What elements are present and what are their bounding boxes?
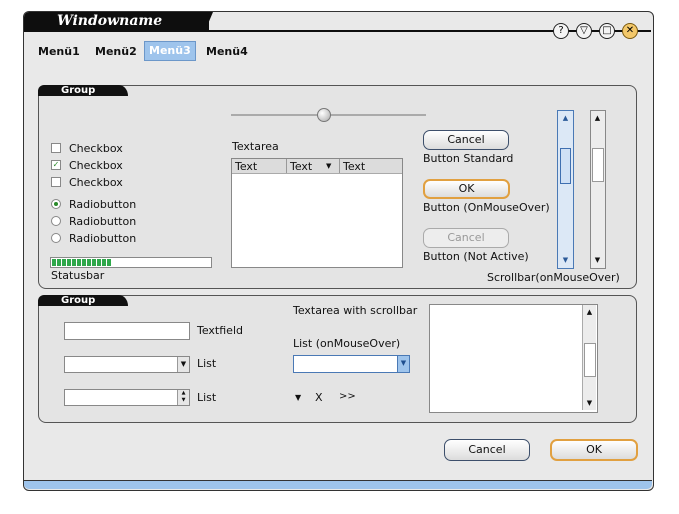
menu-item-4[interactable]: Menü4 <box>202 43 252 61</box>
list-spinner[interactable]: ▲ ▼ <box>64 389 190 406</box>
checkbox-label-2: Checkbox <box>69 159 123 172</box>
scroll-down-icon[interactable]: ▼ <box>561 256 570 264</box>
group-title-2: Group <box>38 295 128 306</box>
close-x-icon[interactable]: X <box>315 391 323 404</box>
checkbox-2-checked[interactable]: ✓ <box>51 160 61 170</box>
cancel-button-disabled[interactable]: Cancel <box>423 228 509 248</box>
group-title-1: Group <box>38 85 128 96</box>
scroll-down-icon[interactable]: ▼ <box>593 256 602 264</box>
menu-item-2[interactable]: Menü2 <box>91 43 141 61</box>
scrollbar-standard[interactable]: ▲ ▼ <box>590 110 606 269</box>
checkbox-3[interactable] <box>51 177 61 187</box>
button-disabled-caption: Button (Not Active) <box>423 250 529 263</box>
statusbar-progress <box>50 257 212 268</box>
textarea-table[interactable]: Text Text ▼ Text <box>231 158 403 268</box>
checkbox-label-3: Checkbox <box>69 176 123 189</box>
cancel-button-standard[interactable]: Cancel <box>423 130 509 150</box>
help-icon[interactable]: ? <box>553 23 569 39</box>
textfield-label: Textfield <box>197 324 243 337</box>
sort-down-icon[interactable]: ▼ <box>326 162 331 170</box>
cancel-button[interactable]: Cancel <box>444 439 530 461</box>
radio-label-2: Radiobutton <box>69 215 137 228</box>
statusbar-fill <box>52 259 111 266</box>
ok-button-hover[interactable]: OK <box>423 179 510 199</box>
spinner-arrows-icon[interactable]: ▲ ▼ <box>177 390 189 405</box>
table-header-cell-2[interactable]: Text <box>290 160 312 173</box>
dropdown-arrow-icon[interactable]: ▼ <box>295 393 301 402</box>
table-header-cell-3[interactable]: Text <box>343 160 365 173</box>
radio-label-1: Radiobutton <box>69 198 137 211</box>
textarea-scrollbar[interactable]: ▲ ▼ <box>582 305 596 410</box>
statusbar-label: Statusbar <box>51 269 105 282</box>
maximize-icon[interactable]: □ <box>599 23 615 39</box>
scroll-up-icon[interactable]: ▲ <box>593 114 602 122</box>
radio-1-selected[interactable] <box>51 199 61 209</box>
header-divider <box>286 159 287 173</box>
button-standard-caption: Button Standard <box>423 152 514 165</box>
list-dropdown[interactable]: ▼ <box>64 356 190 373</box>
textarea-scroll-label: Textarea with scrollbar <box>293 304 418 317</box>
title-bar-tail <box>205 12 213 31</box>
textarea-with-scrollbar[interactable]: ▲ ▼ <box>429 304 598 413</box>
header-divider <box>339 159 340 173</box>
checkbox-label-1: Checkbox <box>69 142 123 155</box>
window-title: Windowname <box>57 13 163 29</box>
list-label-2: List <box>197 391 217 404</box>
window-bottom-strip <box>24 480 652 489</box>
table-header <box>232 159 402 174</box>
list-hover-label: List (onMouseOver) <box>293 337 401 350</box>
button-hover-caption: Button (OnMouseOver) <box>423 201 550 214</box>
ok-button[interactable]: OK <box>550 439 638 461</box>
list-label-1: List <box>197 357 217 370</box>
radio-label-3: Radiobutton <box>69 232 137 245</box>
scroll-up-icon[interactable]: ▲ <box>585 308 594 316</box>
textarea-label: Textarea <box>232 140 279 153</box>
textfield-input[interactable] <box>64 322 190 340</box>
checkbox-1[interactable] <box>51 143 61 153</box>
chevron-down-icon[interactable]: ▼ <box>397 356 409 372</box>
menu-item-1[interactable]: Menü1 <box>34 43 84 61</box>
scrollbar-caption: Scrollbar(onMouseOver) <box>487 271 620 284</box>
scrollbar-thumb[interactable] <box>592 148 604 182</box>
scrollbar-hover[interactable]: ▲ ▼ <box>557 110 574 269</box>
minimize-icon[interactable]: ▽ <box>576 23 592 39</box>
scroll-up-icon[interactable]: ▲ <box>561 114 570 122</box>
scrollbar-thumb[interactable] <box>584 343 596 377</box>
list-dropdown-hover[interactable]: ▼ <box>293 355 410 373</box>
menu-item-3[interactable]: Menü3 <box>144 41 196 61</box>
close-icon[interactable]: ✕ <box>622 23 638 39</box>
table-header-cell-1[interactable]: Text <box>235 160 257 173</box>
radio-2[interactable] <box>51 216 61 226</box>
scrollbar-thumb[interactable] <box>560 148 571 184</box>
radio-3[interactable] <box>51 233 61 243</box>
radio-dot <box>54 202 58 206</box>
chevron-down-icon[interactable]: ▼ <box>177 357 189 372</box>
next-icon[interactable]: >> <box>339 391 356 402</box>
slider-handle[interactable] <box>317 108 331 122</box>
scroll-down-icon[interactable]: ▼ <box>585 399 594 407</box>
